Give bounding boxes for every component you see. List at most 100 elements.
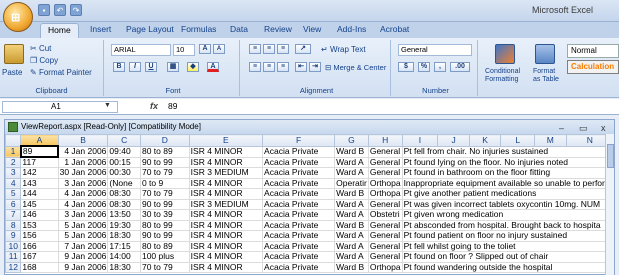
cell-h[interactable]: Orthopa <box>367 261 403 273</box>
cell-i[interactable]: Pt found patient on floor no injury sust… <box>401 230 614 242</box>
format-as-table-button[interactable]: Format as Table <box>533 68 559 84</box>
style-calculation[interactable]: Calculation <box>567 60 619 74</box>
percent-button[interactable]: % <box>418 62 430 72</box>
tab-insert[interactable]: Insert <box>90 24 111 34</box>
cell-a[interactable]: 144 <box>20 188 59 200</box>
cell-c[interactable]: 00:30 <box>107 167 141 179</box>
cell-a[interactable]: 143 <box>20 177 59 189</box>
redo-icon[interactable]: ↷ <box>70 4 82 16</box>
cell-a[interactable]: 142 <box>20 167 59 179</box>
cell-c[interactable]: 08:30 <box>107 188 141 200</box>
column-header[interactable]: G <box>334 134 369 147</box>
cell-h[interactable]: General <box>367 240 403 252</box>
grow-font-button[interactable]: A <box>199 44 211 54</box>
cell-d[interactable]: 70 to 79 <box>139 188 190 200</box>
conditional-formatting-button[interactable]: Conditional Formatting <box>485 68 520 84</box>
cell-i[interactable]: Pt was given incorrect tablets oxycontin… <box>401 198 614 210</box>
name-box[interactable]: A1 <box>2 101 118 113</box>
cell-h[interactable]: General <box>367 219 403 231</box>
font-size-select[interactable]: 10 <box>173 44 195 56</box>
cell-c[interactable]: 08:30 <box>107 198 141 210</box>
row-header[interactable]: 10 <box>5 240 22 252</box>
cell-d[interactable]: 80 to 99 <box>139 219 190 231</box>
office-button[interactable]: ⊞ <box>3 2 33 32</box>
cell-g[interactable]: Ward B <box>334 219 369 231</box>
cell-e[interactable]: ISR 4 MINOR <box>188 261 264 273</box>
cell-i[interactable]: Pt found lying on the floor. No injuries… <box>401 156 614 168</box>
cell-c[interactable]: 18:30 <box>107 230 141 242</box>
column-header[interactable]: J <box>437 134 470 147</box>
cell-b[interactable]: 9 Jan 2006 <box>57 261 109 273</box>
cell-b[interactable]: 5 Jan 2006 <box>57 230 109 242</box>
cell-e[interactable]: ISR 3 MEDIUM <box>188 198 264 210</box>
cell-f[interactable]: Acacia Private <box>262 188 336 200</box>
cell-b[interactable]: 30 Jan 2006 <box>57 167 109 179</box>
cell-f[interactable]: Acacia Private <box>262 251 336 263</box>
cell-e[interactable]: ISR 4 MINOR <box>188 230 264 242</box>
cell-f[interactable]: Acacia Private <box>262 156 336 168</box>
comma-button[interactable]: , <box>434 62 446 72</box>
tab-review[interactable]: Review <box>264 24 292 34</box>
cell-g[interactable]: Ward A <box>334 240 369 252</box>
cell-f[interactable]: Acacia Private <box>262 219 336 231</box>
cell-b[interactable]: 1 Jan 2006 <box>57 156 109 168</box>
tab-formulas[interactable]: Formulas <box>181 24 216 34</box>
select-all-corner[interactable] <box>5 134 22 147</box>
cell-e[interactable]: ISR 3 MEDIUM <box>188 167 264 179</box>
cell-f[interactable]: Acacia Private <box>262 261 336 273</box>
cell-i[interactable]: Pt found in bathroom on the floor fittin… <box>401 167 614 179</box>
cell-d[interactable]: 30 to 39 <box>139 209 190 221</box>
cell-g[interactable]: Ward A <box>334 167 369 179</box>
cell-c[interactable]: 14:00 <box>107 251 141 263</box>
cell-i[interactable]: Pt found wandering outside the hospital <box>401 261 614 273</box>
formula-input[interactable]: 89 <box>168 101 177 111</box>
cell-c[interactable]: (None <box>107 177 141 189</box>
cell-g[interactable]: Ward B <box>334 145 369 158</box>
column-header[interactable]: C <box>107 134 141 147</box>
cell-b[interactable]: 3 Jan 2006 <box>57 209 109 221</box>
underline-button[interactable]: U <box>145 62 157 72</box>
cell-e[interactable]: ISR 4 MINOR <box>188 240 264 252</box>
cell-b[interactable]: 5 Jan 2006 <box>57 219 109 231</box>
font-color-icon[interactable]: A <box>207 62 219 72</box>
tab-page-layout[interactable]: Page Layout <box>126 24 174 34</box>
cell-e[interactable]: ISR 4 MINOR <box>188 156 264 168</box>
cell-a[interactable]: 146 <box>20 209 59 221</box>
cell-g[interactable]: Ward B <box>334 188 369 200</box>
cell-f[interactable]: Acacia Private <box>262 177 336 189</box>
borders-icon[interactable]: ▦ <box>167 62 179 72</box>
cell-d[interactable]: 70 to 79 <box>139 261 190 273</box>
cell-i[interactable]: Pt give another patient medications <box>401 188 614 200</box>
row-header[interactable]: 11 <box>5 251 22 263</box>
cell-b[interactable]: 3 Jan 2006 <box>57 177 109 189</box>
align-top-icon[interactable]: ≡ <box>249 44 261 54</box>
cell-i[interactable]: Pt fell whilst going to the toliet <box>401 240 614 252</box>
tab-home[interactable]: Home <box>40 23 79 38</box>
format-painter-button[interactable]: ✎ Format Painter <box>30 68 92 77</box>
cell-h[interactable]: General <box>367 251 403 263</box>
cell-h[interactable]: General <box>367 230 403 242</box>
cell-e[interactable]: ISR 4 MINOR <box>188 177 264 189</box>
row-header[interactable]: 3 <box>5 167 22 179</box>
cell-d[interactable]: 90 to 99 <box>139 230 190 242</box>
cell-d[interactable]: 70 to 79 <box>139 167 190 179</box>
column-header[interactable]: K <box>468 134 502 147</box>
cell-h[interactable]: General <box>367 198 403 210</box>
column-header[interactable]: B <box>57 134 109 147</box>
font-family-select[interactable]: ARIAL <box>111 44 171 56</box>
align-middle-icon[interactable]: ≡ <box>263 44 275 54</box>
row-header[interactable]: 6 <box>5 198 22 210</box>
column-header[interactable]: I <box>401 134 439 147</box>
column-header[interactable]: M <box>534 134 567 147</box>
cell-e[interactable]: ISR 4 MINOR <box>188 188 264 200</box>
save-icon[interactable]: ▪ <box>38 4 50 16</box>
cell-b[interactable]: 7 Jan 2006 <box>57 240 109 252</box>
copy-button[interactable]: ❐ Copy <box>30 56 58 65</box>
number-format-select[interactable]: General <box>398 44 472 56</box>
conditional-formatting-icon[interactable] <box>495 44 515 64</box>
chevron-down-icon[interactable]: ▼ <box>104 102 111 109</box>
cell-g[interactable]: Ward B <box>334 261 369 273</box>
cell-h[interactable]: Orthopa <box>367 188 403 200</box>
decrease-indent-icon[interactable]: ⇤ <box>295 62 307 72</box>
cell-d[interactable]: 90 to 99 <box>139 156 190 168</box>
